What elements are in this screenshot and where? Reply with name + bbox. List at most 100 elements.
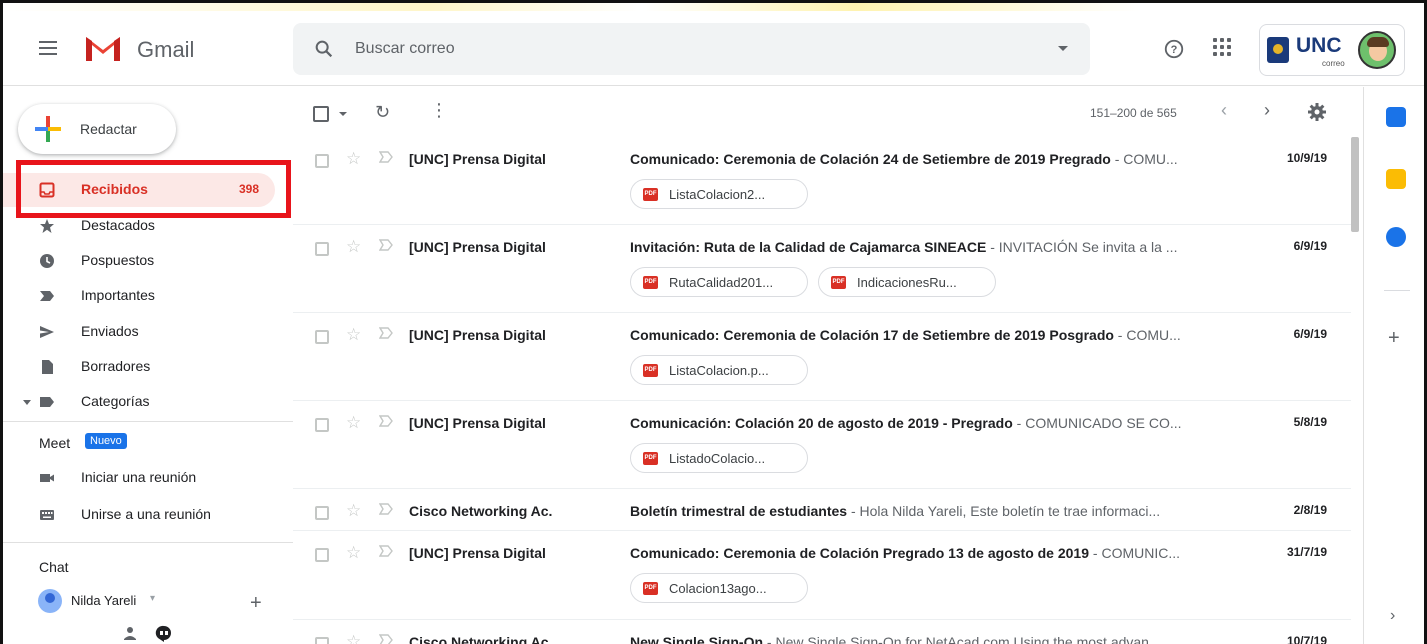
attachment-chip[interactable]: PDF ListadoColacio... — [630, 443, 808, 473]
list-scrollbar[interactable] — [1349, 137, 1361, 644]
show-panel-icon[interactable]: › — [1390, 607, 1395, 625]
meet-title: Meet — [39, 435, 71, 451]
status-dropdown-icon[interactable]: ▾ — [150, 593, 155, 604]
email-row[interactable]: ☆ [UNC] Prensa Digital Comunicado: Ceremon… — [293, 531, 1351, 620]
row-checkbox[interactable] — [315, 418, 329, 432]
apps-grid-icon[interactable] — [1213, 38, 1231, 56]
row-checkbox[interactable] — [315, 637, 329, 644]
send-icon — [40, 326, 54, 338]
email-row[interactable]: ☆ Cisco Networking Ac. New Single Sign-On … — [293, 620, 1351, 644]
important-marker-icon[interactable] — [379, 503, 393, 515]
prev-page-icon[interactable]: ‹ — [1221, 100, 1227, 121]
email-subject-line: Comunicado: Ceremonia de Colación 17 de … — [630, 327, 1210, 343]
email-subject-line: Invitación: Ruta de la Calidad de Cajama… — [630, 239, 1210, 255]
compose-plus-icon — [35, 116, 61, 142]
gmail-brand[interactable]: Gmail — [137, 37, 194, 63]
hangouts-icon[interactable] — [155, 625, 173, 643]
more-options-icon[interactable]: ⋮ — [430, 101, 448, 119]
compose-button[interactable]: Redactar — [18, 104, 176, 154]
main-menu-icon[interactable] — [39, 41, 57, 55]
email-row[interactable]: ☆ [UNC] Prensa Digital Comunicado: Ceremon… — [293, 313, 1351, 401]
calendar-icon[interactable] — [1386, 107, 1406, 127]
search-bar[interactable]: Buscar correo — [293, 23, 1090, 75]
email-subject: Comunicado: Ceremonia de Colación 17 de … — [630, 327, 1114, 343]
expand-caret-icon[interactable] — [23, 400, 31, 405]
keep-icon[interactable] — [1386, 169, 1406, 189]
star-icon[interactable]: ☆ — [346, 632, 361, 644]
attachment-chip[interactable]: PDF Colacion13ago... — [630, 573, 808, 603]
star-icon[interactable]: ☆ — [346, 543, 361, 563]
sidebar-item-drafts[interactable]: Borradores — [3, 350, 275, 384]
join-meeting-item[interactable]: Unirse a una reunión — [3, 498, 275, 532]
label-icon — [40, 397, 54, 407]
clock-icon — [40, 254, 54, 268]
avatar[interactable] — [1358, 31, 1396, 69]
attachment-name: IndicacionesRu... — [857, 275, 957, 290]
attachment-name: ListaColacion2... — [669, 187, 766, 202]
sidebar-item-sent[interactable]: Enviados — [3, 315, 275, 349]
person-icon[interactable] — [121, 625, 139, 643]
important-marker-icon[interactable] — [379, 239, 393, 251]
important-marker-icon[interactable] — [379, 634, 393, 644]
attachment-name: RutaCalidad201... — [669, 275, 774, 290]
search-options-icon[interactable] — [1058, 46, 1068, 51]
pdf-icon: PDF — [643, 364, 658, 377]
sidebar-item-label: Destacados — [81, 217, 155, 233]
attachment-chip[interactable]: PDF ListaColacion.p... — [630, 355, 808, 385]
star-icon[interactable]: ☆ — [346, 413, 361, 433]
next-page-icon[interactable]: › — [1264, 100, 1270, 121]
attachment-chip[interactable]: PDF RutaCalidad201... — [630, 267, 808, 297]
sidebar-item-starred[interactable]: Destacados — [3, 209, 275, 243]
search-icon[interactable] — [313, 38, 335, 60]
gmail-logo-icon[interactable] — [83, 33, 123, 63]
important-marker-icon[interactable] — [379, 415, 393, 427]
sidebar-item-snoozed[interactable]: Pospuestos — [3, 244, 275, 278]
email-row[interactable]: ☆ [UNC] Prensa Digital Comunicado: Ceremon… — [293, 137, 1351, 225]
row-checkbox[interactable] — [315, 506, 329, 520]
important-marker-icon[interactable] — [379, 327, 393, 339]
email-subject: Comunicación: Colación 20 de agosto de 2… — [630, 415, 1013, 431]
email-subject: Invitación: Ruta de la Calidad de Cajama… — [630, 239, 987, 255]
account-switcher[interactable]: UNC correo — [1259, 24, 1405, 76]
top-decoration — [3, 3, 1424, 11]
star-icon[interactable]: ☆ — [346, 325, 361, 345]
email-row[interactable]: ☆ [UNC] Prensa Digital Invitación: Ruta de… — [293, 225, 1351, 313]
row-checkbox[interactable] — [315, 242, 329, 256]
star-icon[interactable]: ☆ — [346, 149, 361, 169]
email-date: 6/9/19 — [1293, 327, 1327, 341]
row-checkbox[interactable] — [315, 548, 329, 562]
star-icon[interactable]: ☆ — [346, 501, 361, 521]
help-icon[interactable]: ? — [1163, 38, 1185, 60]
email-row[interactable]: ☆ [UNC] Prensa Digital Comunicación: Colac… — [293, 401, 1351, 489]
email-sender: [UNC] Prensa Digital — [409, 327, 546, 343]
pdf-icon: PDF — [643, 582, 658, 595]
important-marker-icon[interactable] — [379, 545, 393, 557]
star-icon[interactable]: ☆ — [346, 237, 361, 257]
get-addons-icon[interactable]: + — [1388, 327, 1400, 350]
sidebar-item-important[interactable]: Importantes — [3, 279, 275, 313]
scroll-thumb[interactable] — [1351, 137, 1359, 232]
row-checkbox[interactable] — [315, 154, 329, 168]
row-checkbox[interactable] — [315, 330, 329, 344]
important-marker-icon[interactable] — [379, 151, 393, 163]
attachment-chip[interactable]: PDF ListaColacion2... — [630, 179, 808, 209]
refresh-icon[interactable]: ↻ — [375, 102, 390, 123]
important-icon — [40, 291, 54, 301]
attachment-chip[interactable]: PDF IndicacionesRu... — [818, 267, 996, 297]
tasks-icon[interactable] — [1386, 227, 1406, 247]
select-all-checkbox[interactable] — [313, 106, 329, 122]
meet-item-label: Unirse a una reunión — [81, 506, 211, 522]
search-input[interactable]: Buscar correo — [355, 40, 455, 58]
sidebar-item-categories[interactable]: Categorías — [3, 385, 275, 419]
select-options-icon[interactable] — [339, 112, 347, 116]
email-row[interactable]: ☆ Cisco Networking Ac. Boletín trimestral … — [293, 489, 1351, 531]
email-subject: New Single Sign-On — [630, 634, 764, 644]
new-chat-icon[interactable]: + — [250, 592, 262, 615]
chat-user[interactable]: Nilda Yareli ▾ — [38, 587, 278, 613]
email-sender: [UNC] Prensa Digital — [409, 151, 546, 167]
pdf-icon: PDF — [643, 276, 658, 289]
settings-gear-icon[interactable] — [1307, 102, 1327, 122]
pagination-text[interactable]: 151–200 de 565 — [1090, 106, 1177, 120]
start-meeting-item[interactable]: Iniciar una reunión — [3, 461, 275, 495]
mail-list-pane: ↻ ⋮ 151–200 de 565 ‹ › ☆ [UNC] Prensa Dig… — [293, 87, 1351, 644]
